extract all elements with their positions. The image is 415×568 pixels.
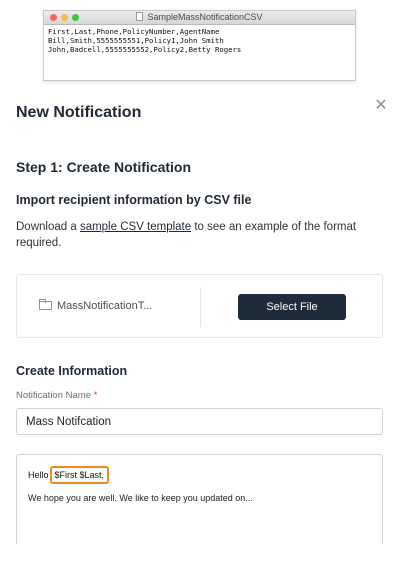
csv-preview-content: First,Last,Phone,PolicyNumber,AgentName B… (44, 25, 355, 56)
csv-preview-title: SampleMassNotificationCSV (147, 12, 263, 22)
merge-tokens: $First $Last (54, 470, 102, 480)
modal-title: New Notification (16, 104, 142, 121)
page-bottom-space (0, 544, 415, 568)
file-upload-box: MassNotificationT... Select File (16, 274, 383, 338)
import-desc-text: Download a (16, 221, 80, 233)
folder-icon (39, 299, 52, 310)
sample-csv-template-link[interactable]: sample CSV template (80, 221, 191, 233)
message-editor[interactable]: Hello $First $Last, We hope you are well.… (16, 454, 383, 554)
select-file-button[interactable]: Select File (238, 294, 346, 320)
notification-name-label-text: Notification Name (16, 390, 91, 401)
message-punctuation: , (101, 470, 105, 480)
selected-file: MassNotificationT... (39, 299, 153, 312)
import-description: Download a sample CSV template to see an… (16, 219, 366, 251)
step-title: Step 1: Create Notification (16, 159, 192, 175)
message-body: We hope you are well. We like to keep yo… (28, 493, 253, 503)
document-icon (136, 12, 144, 21)
required-marker: * (93, 390, 98, 401)
csv-preview-titlebar: SampleMassNotificationCSV (44, 11, 355, 25)
notification-name-input[interactable] (16, 408, 383, 435)
csv-line: First,Last,Phone,PolicyNumber,AgentName (48, 27, 220, 36)
csv-line: Bill,Smith,5555555551,Policy1,John Smith (48, 36, 224, 45)
csv-preview-window: SampleMassNotificationCSV First,Last,Pho… (43, 10, 356, 81)
import-section-title: Import recipient information by CSV file (16, 193, 252, 207)
create-information-title: Create Information (16, 364, 128, 378)
message-greeting-line: Hello $First $Last, (28, 466, 110, 484)
divider (200, 287, 201, 327)
close-icon[interactable]: ✕ (373, 98, 389, 114)
csv-preview-title-wrap: SampleMassNotificationCSV (44, 12, 355, 22)
merge-token-highlight: $First $Last, (49, 466, 110, 484)
selected-file-name: MassNotificationT... (57, 300, 153, 312)
notification-name-label: Notification Name * (16, 390, 97, 401)
message-greeting: Hello (28, 470, 49, 480)
csv-line: John,Badcell,5555555552,Policy2,Betty Ro… (48, 45, 242, 54)
